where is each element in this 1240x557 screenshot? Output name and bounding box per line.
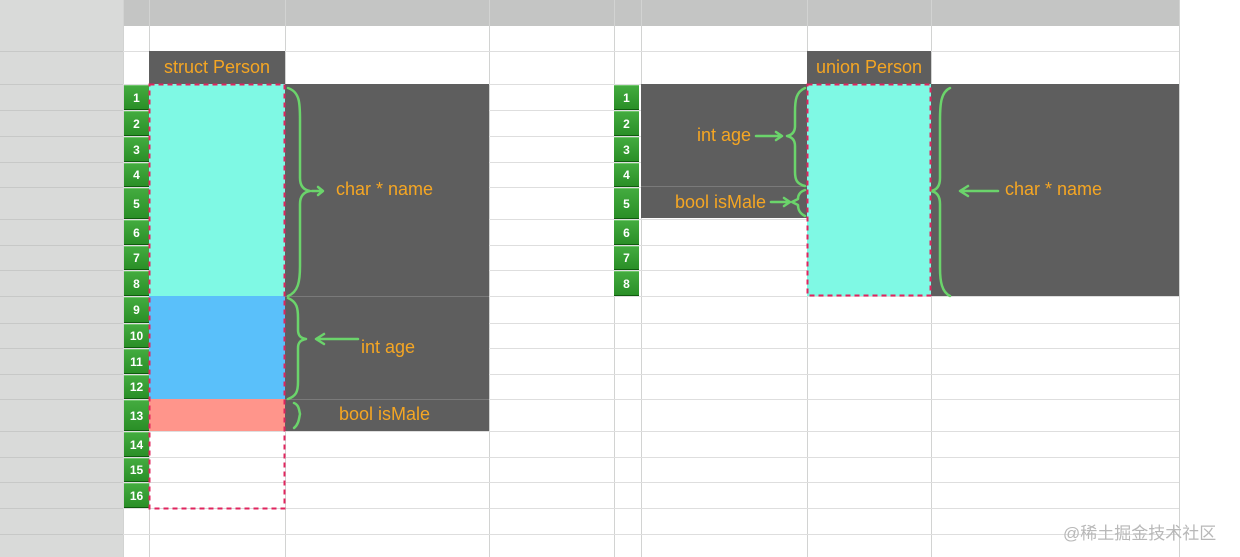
struct-age-brace bbox=[286, 296, 308, 401]
annotation-layer bbox=[148, 83, 1000, 510]
union-age-brace bbox=[785, 86, 807, 188]
union-name-brace bbox=[929, 86, 952, 298]
union-ismale-brace bbox=[790, 188, 807, 218]
union-dashed-outline bbox=[806, 83, 932, 297]
struct-name-brace bbox=[286, 86, 312, 298]
struct-age-arrow-icon bbox=[314, 332, 360, 346]
struct-ismale-brace bbox=[292, 401, 302, 430]
spreadsheet-canvas: struct Person 1 2 3 4 5 6 7 8 9 10 11 12 13 14 15 16 ch… bbox=[0, 0, 1240, 557]
struct-dashed-outline bbox=[148, 83, 286, 510]
union-age-arrow-icon bbox=[754, 130, 784, 142]
union-name-arrow-icon bbox=[958, 184, 1000, 198]
struct-name-arrow-icon bbox=[310, 185, 325, 197]
watermark: @稀土掘金技术社区 bbox=[1063, 524, 1217, 543]
union-ismale-arrow-icon bbox=[769, 196, 792, 208]
